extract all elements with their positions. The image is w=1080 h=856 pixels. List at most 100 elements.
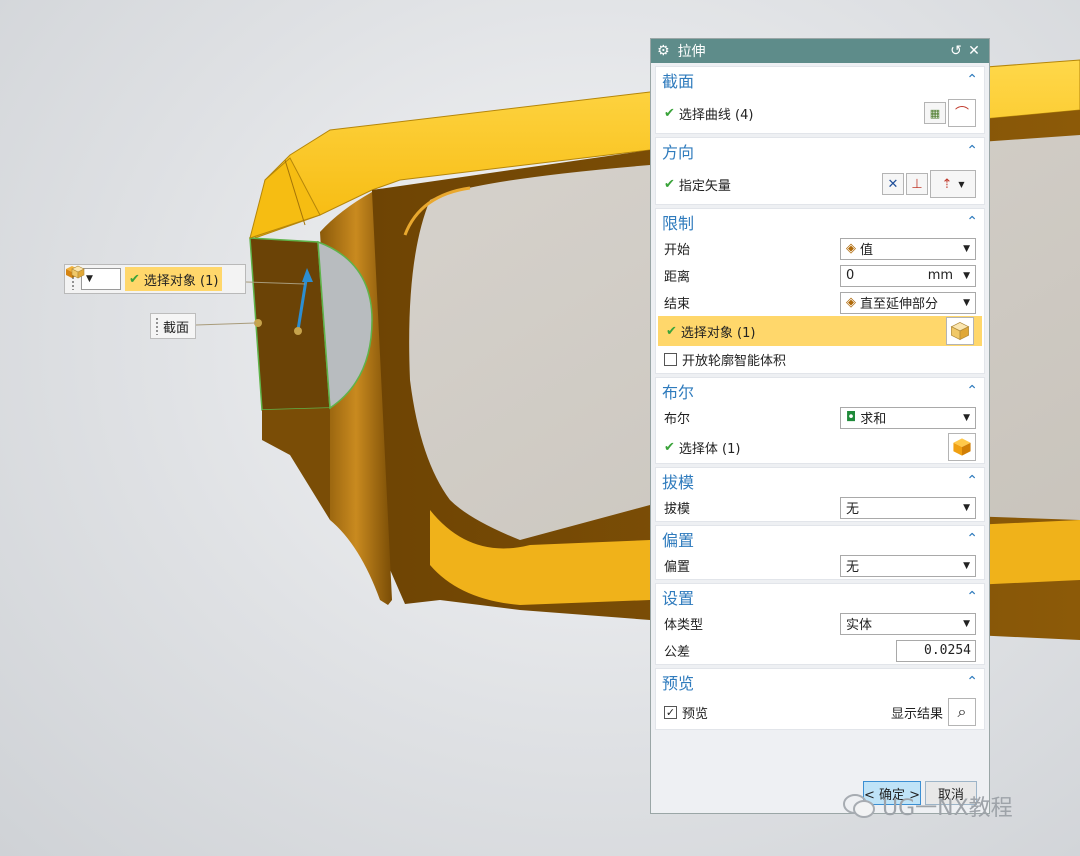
checkmark-icon: ✔ [664,105,675,121]
preview-row: ✓ 预览 显示结果 ⌕ [656,695,984,729]
chevron-down-icon: ▼ [86,274,93,284]
sketch-icon: ▦ [929,106,941,120]
select-body-label: 选择体 (1) [678,441,741,457]
reset-icon[interactable]: ↺ [947,43,965,59]
select-object-button[interactable] [946,317,974,345]
boolean-row: 布尔 ◘ 求和 ▼ [656,404,984,431]
start-dropdown[interactable]: ◈ 值 ▼ [840,237,976,260]
wechat-icon [843,794,875,818]
show-result-button[interactable]: ⌕ [948,698,976,726]
offset-value: 无 [846,560,860,575]
draft-header[interactable]: 拔模 ⌃ [656,468,984,494]
watermark-text: UG一NX教程 [882,796,1013,821]
section-panel: 截面 ⌃ ✔ 选择曲线 (4) ▦ ⌒ [655,66,985,134]
preview-header[interactable]: 预览 ⌃ [656,669,984,695]
distance-unit: mm [927,268,954,283]
boolean-value: 求和 [860,412,887,427]
offset-header[interactable]: 偏置 ⌃ [656,526,984,552]
end-dropdown[interactable]: ◈ 直至延伸部分 ▼ [840,291,976,314]
direction-header[interactable]: 方向 ⌃ [656,138,984,164]
collapse-caret-icon[interactable]: ⌃ [966,214,978,230]
selection-filter-dropdown[interactable]: ▼ [66,266,121,290]
boolean-header[interactable]: 布尔 ⌃ [656,378,984,404]
section-header[interactable]: 截面 ⌃ [656,67,984,93]
offset-dropdown[interactable]: 无 ▼ [840,554,976,577]
limit-select-object-row[interactable]: ✔ 选择对象 (1) [658,316,982,346]
checkmark-icon: ✔ [664,439,675,455]
checkmark-icon: ✔ [129,271,140,287]
specify-vector-row[interactable]: ✔ 指定矢量 ✕ ⊥ ⇡ ▼ [656,164,984,204]
start-row: 开始 ◈ 值 ▼ [656,235,984,262]
open-profile-row[interactable]: 开放轮廓智能体积 [656,346,984,373]
offset-panel: 偏置 ⌃ 偏置 无 ▼ [655,525,985,580]
sketch-section-button[interactable]: ▦ [924,102,946,124]
select-curve-row[interactable]: ✔ 选择曲线 (4) ▦ ⌒ [656,93,984,133]
section-header-label: 截面 [662,72,695,91]
close-icon[interactable]: ✕ [965,43,983,59]
end-value: 直至延伸部分 [860,297,939,312]
boolean-dropdown[interactable]: ◘ 求和 ▼ [840,406,976,429]
collapse-caret-icon[interactable]: ⌃ [966,674,978,690]
gear-icon: ⚙ [657,43,670,59]
collapse-caret-icon[interactable]: ⌃ [966,473,978,489]
drag-grip[interactable] [155,317,159,335]
limits-header[interactable]: 限制 ⌃ [656,209,984,235]
collapse-caret-icon[interactable]: ⌃ [966,143,978,159]
limits-panel: 限制 ⌃ 开始 ◈ 值 ▼ 距离 0 mm ▼ 结束 ◈ 直至延伸部分 ▼ ✔ … [655,208,985,374]
select-object-label: 选择对象 (1) [143,273,219,289]
limit-select-object-label: 选择对象 (1) [680,325,756,341]
draft-label: 拔模 [664,502,691,517]
direction-panel: 方向 ⌃ ✔ 指定矢量 ✕ ⊥ ⇡ ▼ [655,137,985,205]
draft-panel: 拔模 ⌃ 拔模 无 ▼ [655,467,985,522]
cube-icon [71,265,85,279]
vector-type-dropdown[interactable]: ⇡ ▼ [930,170,976,198]
chevron-down-icon: ▼ [963,243,970,254]
collapse-caret-icon[interactable]: ⌃ [966,72,978,88]
settings-header-label: 设置 [662,589,695,608]
open-profile-checkbox[interactable] [664,353,677,366]
collapse-caret-icon[interactable]: ⌃ [966,383,978,399]
body-type-dropdown[interactable]: 实体 ▼ [840,612,976,635]
show-result-label: 显示结果 [890,706,943,722]
preview-panel: 预览 ⌃ ✓ 预览 显示结果 ⌕ [655,668,985,730]
floating-selection-toolbar: ▼ ✔ 选择对象 (1) [64,264,246,294]
reverse-direction-button[interactable]: ✕ [882,173,904,195]
chevron-down-icon: ▼ [963,412,970,423]
body-type-value: 实体 [846,618,873,633]
chevron-down-icon: ▼ [963,502,970,513]
chevron-down-icon: ▼ [963,297,970,308]
end-label: 结束 [664,297,691,312]
select-object-chip[interactable]: ✔ 选择对象 (1) [71,265,223,291]
preview-checkbox[interactable]: ✓ [664,705,677,719]
select-body-button[interactable] [948,433,976,461]
dialog-titlebar[interactable]: ⚙ 拉伸 ↺ ✕ [651,39,989,63]
section-callout-label[interactable]: 截面 [150,313,196,339]
tolerance-input[interactable]: 0.0254 [896,639,976,662]
curve-select-button[interactable]: ⌒ [948,99,976,127]
draft-dropdown[interactable]: 无 ▼ [840,496,976,519]
specify-vector-label: 指定矢量 [678,178,731,194]
distance-value: 0 [846,268,855,283]
until-extended-icon: ◈ [846,295,856,310]
draft-row: 拔模 无 ▼ [656,494,984,521]
select-body-row[interactable]: ✔ 选择体 (1) [656,431,984,463]
cube-icon [950,322,970,341]
distance-field[interactable]: 0 mm ▼ [840,264,976,287]
boolean-panel: 布尔 ⌃ 布尔 ◘ 求和 ▼ ✔ 选择体 (1) [655,377,985,464]
open-profile-label: 开放轮廓智能体积 [682,354,787,369]
checkmark-icon: ✔ [664,176,675,192]
checkmark-icon: ✔ [666,323,677,339]
unite-icon: ◘ [846,410,857,425]
settings-panel: 设置 ⌃ 体类型 实体 ▼ 公差 0.0254 [655,583,985,665]
value-icon: ◈ [846,241,856,256]
collapse-caret-icon[interactable]: ⌃ [966,589,978,605]
limits-header-label: 限制 [662,214,695,233]
section-callout-text: 截面 [163,320,190,336]
extrude-dialog: ⚙ 拉伸 ↺ ✕ 截面 ⌃ ✔ 选择曲线 (4) ▦ ⌒ 方向 ⌃ ✔ 指定矢量… [650,38,990,814]
collapse-caret-icon[interactable]: ⌃ [966,531,978,547]
reverse-icon: ✕ [887,176,899,192]
preview-label: 预览 [682,706,709,722]
vector-dialog-button[interactable]: ⊥ [906,173,928,195]
chevron-down-icon: ▼ [963,270,970,281]
settings-header[interactable]: 设置 ⌃ [656,584,984,610]
